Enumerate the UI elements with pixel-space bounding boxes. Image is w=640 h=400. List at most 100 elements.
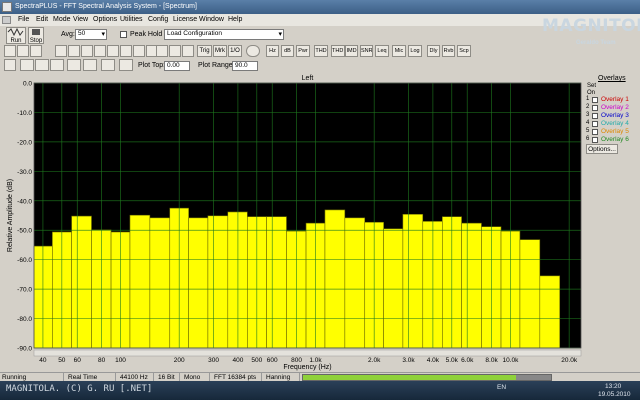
measure-button-label: THD [315,48,327,54]
stop-button[interactable]: Stop [28,27,44,44]
x-scrollbar [33,349,582,357]
time-series-icon[interactable] [133,45,145,57]
overlay-number: 5 [586,128,590,134]
measure-button-leq[interactable]: Leq [375,45,389,57]
clear-icon[interactable] [246,45,260,57]
clock-time[interactable]: 13:20 [605,383,621,390]
save-icon[interactable] [30,45,42,57]
overlay-label-1[interactable]: Overlay 1 [601,96,629,103]
x-tick-label: 100 [115,357,126,364]
menu-options[interactable]: Options [93,16,117,23]
measure-button-rvb[interactable]: Rvb [442,45,455,57]
menu-file[interactable]: File [18,16,29,23]
marker-button[interactable]: Mrk [213,45,227,57]
trig-button[interactable]: Trig [197,45,212,57]
measure-button-snr[interactable]: SNR [360,45,373,57]
measure-button-thd-n[interactable]: THD +N [331,45,345,57]
chart-icon[interactable] [169,45,181,57]
spectrum-bar [207,215,229,349]
measure-button-imd[interactable]: IMD [345,45,358,57]
plot-range-input[interactable]: 90.0 [232,61,258,71]
x-tick-label: 2.0k [368,357,381,364]
menu-mode[interactable]: Mode [53,16,71,23]
spectrum-icon[interactable] [81,45,93,57]
measure-button-thd[interactable]: THD [314,45,328,57]
y-tick-label: -50.0 [17,228,32,235]
print-icon[interactable] [55,45,67,57]
menu-help[interactable]: Help [228,16,242,23]
language-indicator[interactable]: EN [497,384,506,391]
measure-button-dly[interactable]: Dly [427,45,440,57]
overlay-checkbox-1[interactable] [592,97,598,103]
measure-button-label: Log [410,48,420,54]
menu-license[interactable]: License [173,16,197,23]
measure-button-hz[interactable]: Hz [266,45,279,57]
x-tick-label: 50 [58,357,66,364]
plot-zoom-out-icon[interactable] [50,59,64,71]
overlay-options-label: Options... [588,146,616,153]
config-select[interactable]: Load Configuration [164,29,284,40]
x-tick-label: 40 [39,357,47,364]
menu-view[interactable]: View [73,16,88,23]
spectrum-bar [383,228,404,349]
waterfall-icon[interactable] [94,45,106,57]
measure-button-log[interactable]: Log [408,45,422,57]
app-icon [2,2,12,12]
overlay-number: 1 [586,96,590,102]
overlay-label-5[interactable]: Overlay 5 [601,128,629,135]
plot-scroll-icon[interactable] [20,59,34,71]
menu-config[interactable]: Config [148,16,168,23]
document-icon[interactable] [2,16,11,24]
text-icon[interactable] [119,59,133,71]
clock-date[interactable]: 19.05.2010 [598,391,631,398]
menu-window[interactable]: Window [199,16,224,23]
title-bar: SpectraPLUS - FFT Spectral Analysis Syst… [0,0,640,14]
io-button[interactable]: 1/O [228,45,242,57]
measure-button-db[interactable]: dB [281,45,294,57]
chart-title: Left [302,75,314,82]
open-folder-icon[interactable] [17,45,29,57]
x-tick-label: 8.0k [485,357,498,364]
menu-utilities[interactable]: Utilities [120,16,143,23]
overlay-checkbox-4[interactable] [592,121,598,127]
filter-icon[interactable] [182,45,194,57]
overlay-label-2[interactable]: Overlay 2 [601,104,629,111]
phase-icon[interactable] [107,45,119,57]
menu-edit[interactable]: Edit [36,16,48,23]
overlay-checkbox-2[interactable] [592,105,598,111]
zoom-icon[interactable] [4,59,16,71]
bars-icon[interactable] [156,45,168,57]
overlay-label-4[interactable]: Overlay 4 [601,120,629,127]
overlay-checkbox-6[interactable] [592,137,598,143]
y-axis-label: Relative Amplitude (dB) [7,179,14,252]
y-tick-label: -30.0 [17,169,32,176]
overlay-checkbox-5[interactable] [592,129,598,135]
input-level-meter [302,374,552,381]
plot-top-input[interactable]: 0.00 [164,61,190,71]
x-tick-label: 200 [174,357,185,364]
display-icon[interactable] [101,59,115,71]
measure-button-pwr[interactable]: Pwr [296,45,310,57]
overlay-label-6[interactable]: Overlay 6 [601,136,629,143]
overlay-checkbox-3[interactable] [592,113,598,119]
new-file-icon[interactable] [4,45,16,57]
measure-button-mic[interactable]: Mic [392,45,406,57]
copy-icon[interactable] [68,45,80,57]
peak-hold-checkbox[interactable] [120,31,127,38]
overlay-label-3[interactable]: Overlay 3 [601,112,629,119]
spectrogram-icon[interactable] [120,45,132,57]
x-tick-label: 3.0k [402,357,415,364]
band-icon[interactable] [83,59,97,71]
measure-button-label: Leq [377,48,387,54]
spectrum-bar [324,209,346,349]
y-tick-label: -60.0 [17,257,32,264]
overlay-options-button[interactable]: Options... [586,144,618,154]
avg-select[interactable]: 50 [75,29,107,40]
run-button[interactable]: Run [6,27,26,44]
plot-zoom-in-icon[interactable] [35,59,49,71]
app-window: SpectraPLUS - FFT Spectral Analysis Syst… [0,0,640,382]
cursor-icon[interactable] [67,59,81,71]
spectrum-bar [266,216,287,349]
measure-button-label: dB [284,48,291,54]
measure-button-scp[interactable]: Scp [457,45,471,57]
